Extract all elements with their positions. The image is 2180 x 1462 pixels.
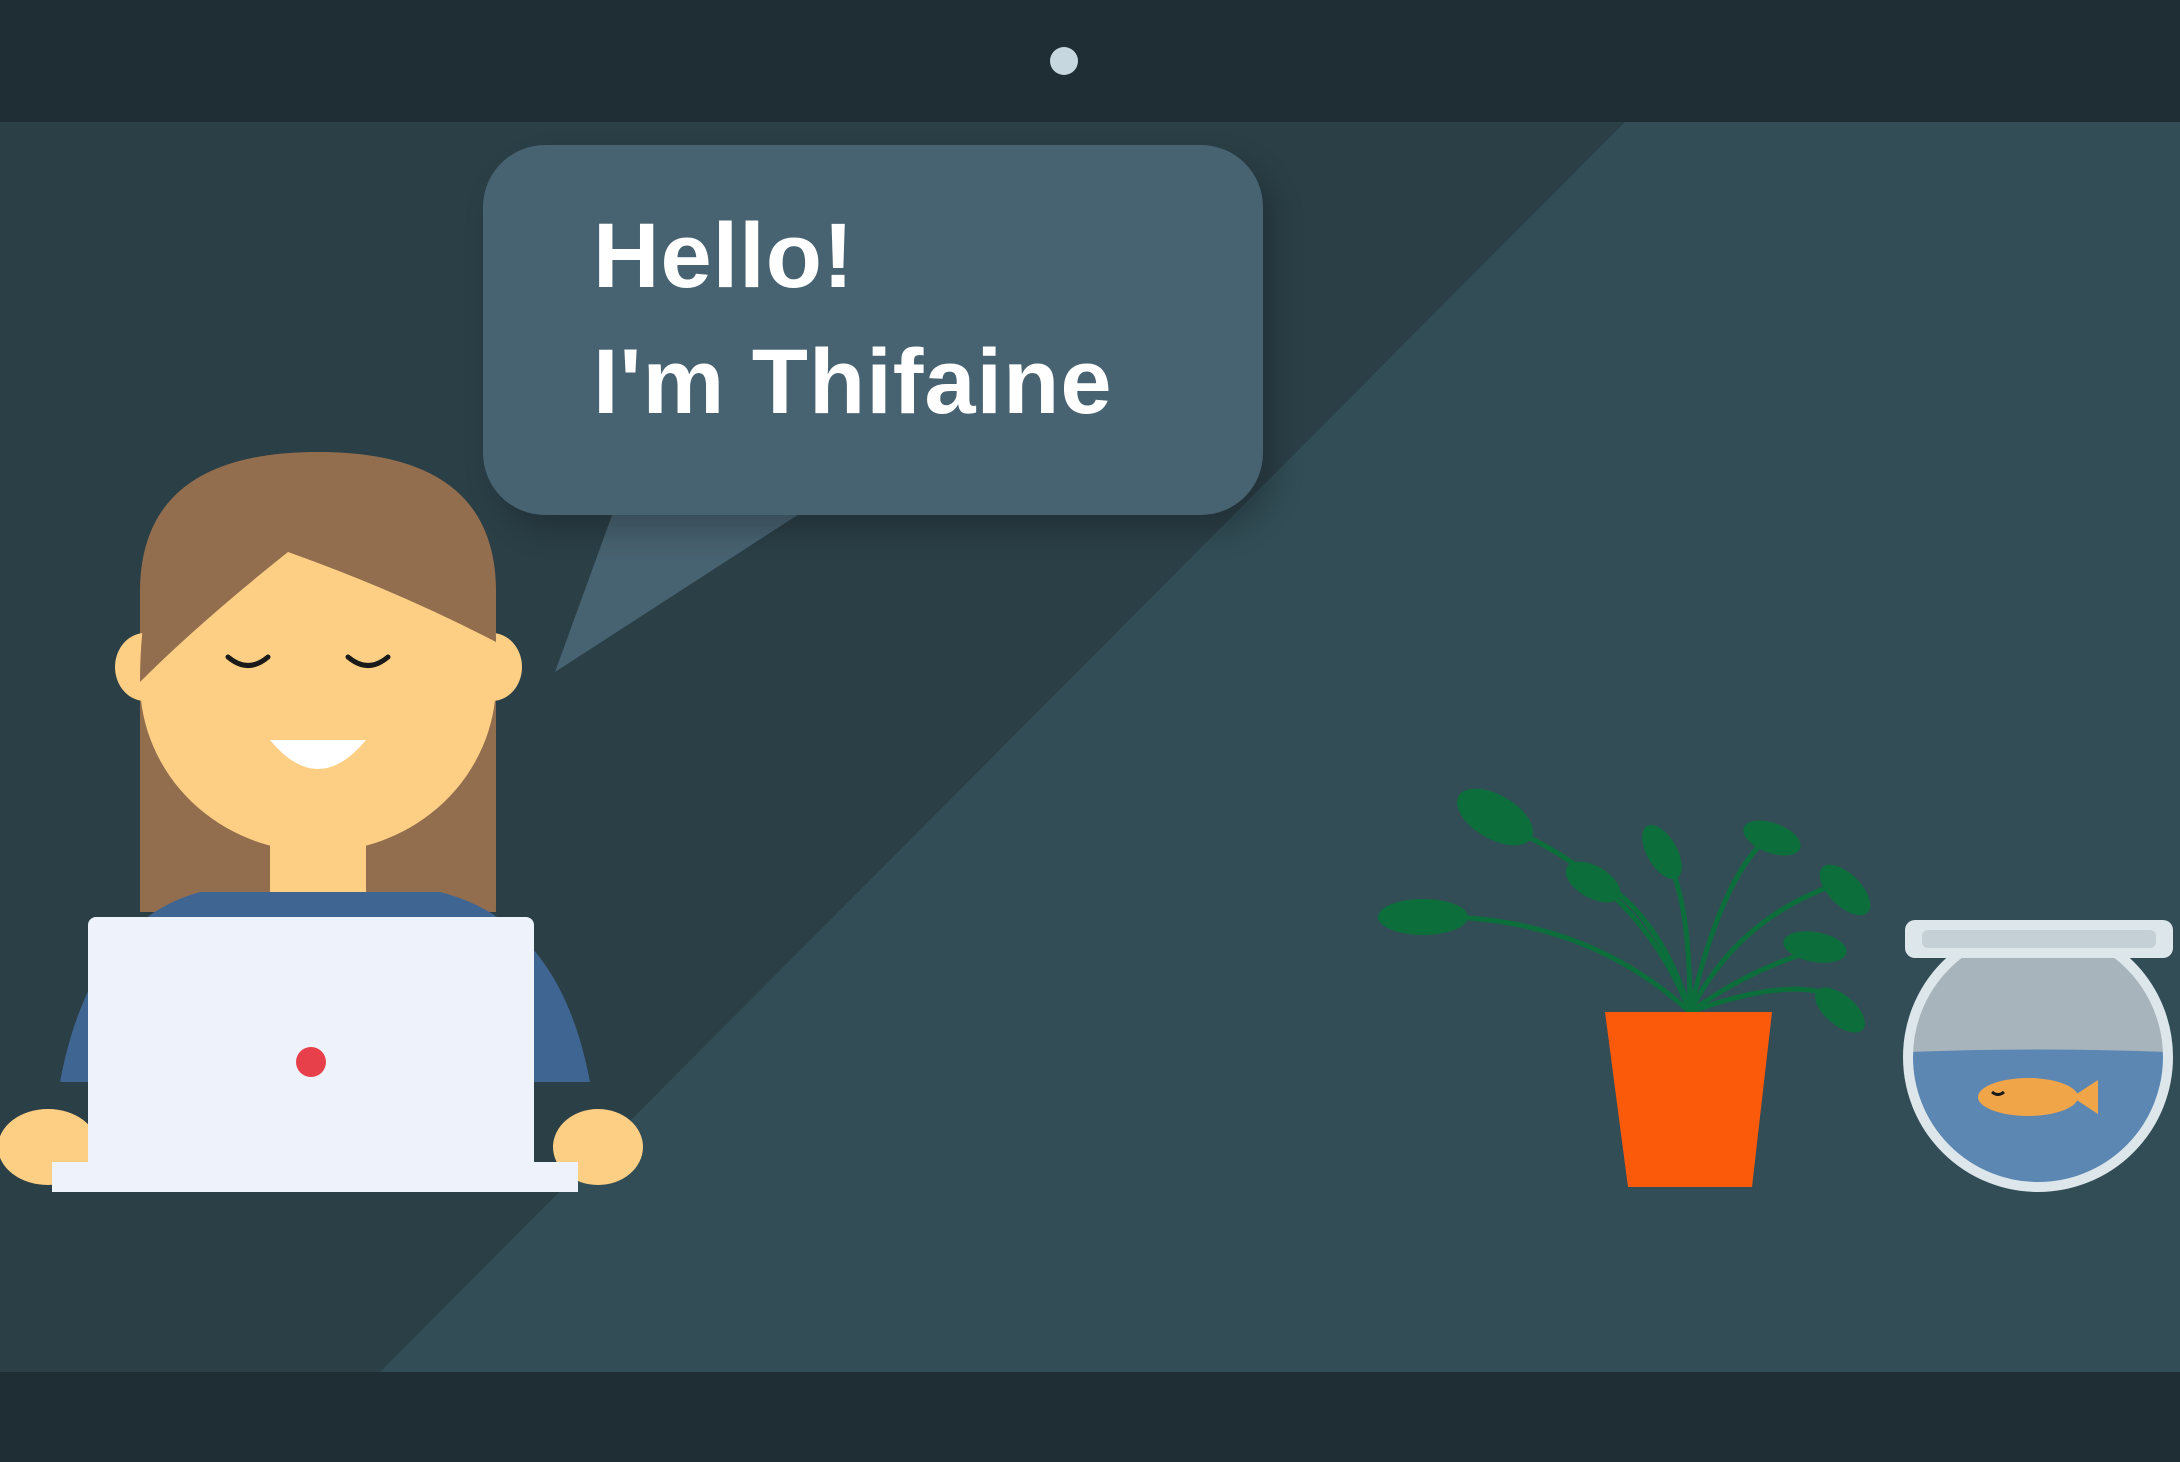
- fishbowl-lid-inner: [1922, 930, 2156, 948]
- scene: Hello! I'm Thifaine: [0, 0, 2180, 1462]
- webcam-icon: [1050, 47, 1078, 75]
- monitor-top-bezel: [0, 0, 2180, 122]
- monitor-bottom-bezel: [0, 1372, 2180, 1462]
- monitor-screen: Hello! I'm Thifaine: [0, 122, 2180, 1372]
- fishbowl-icon: [1903, 920, 2173, 1192]
- fishbowl-water: [1910, 1049, 2166, 1184]
